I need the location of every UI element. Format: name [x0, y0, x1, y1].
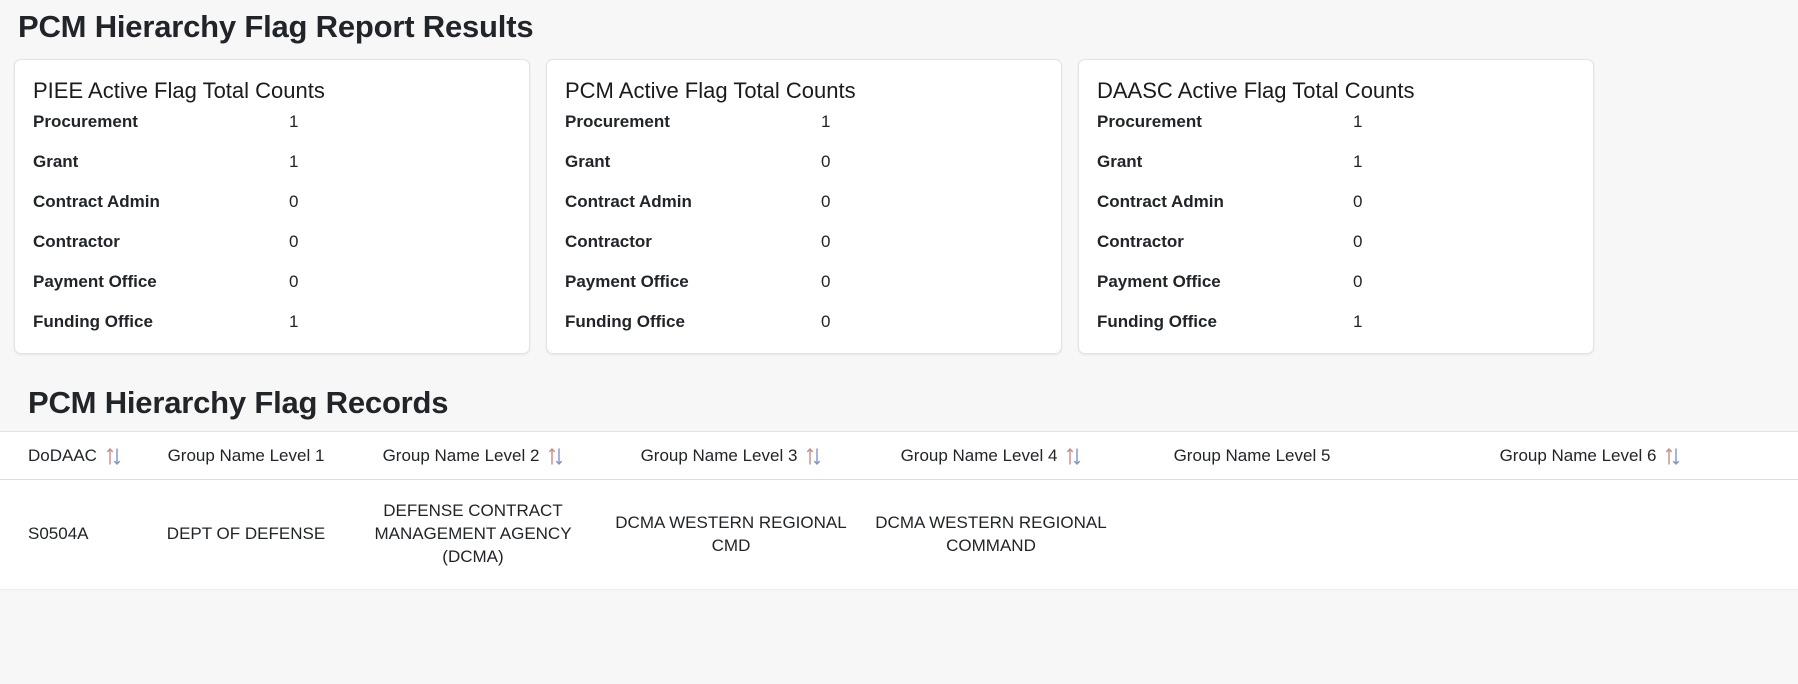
column-header-label: Group Name Level 4	[900, 446, 1058, 466]
column-header-label: Group Name Level 2	[382, 446, 540, 466]
column-header-group-name-level-1[interactable]: Group Name Level 1	[148, 432, 344, 481]
stat-value: 1	[1353, 151, 1363, 171]
page-title: PCM Hierarchy Flag Report Results	[18, 9, 534, 44]
stat-row: Grant 1	[1097, 152, 1575, 192]
stat-value: 0	[1353, 231, 1363, 251]
records-table-body: S0504A DEPT OF DEFENSE DEFENSE CONTRACT …	[0, 479, 1798, 591]
table-header-row: DoDAAC Group Name Level 1 Group Name Lev…	[0, 432, 1798, 481]
column-header-group-name-level-4[interactable]: Group Name Level 4	[860, 432, 1122, 481]
stat-row: Procurement 1	[565, 112, 1043, 152]
stat-row: Contract Admin 0	[33, 192, 511, 232]
stat-value: 1	[289, 311, 299, 331]
stat-value: 1	[1353, 311, 1363, 331]
stat-row: Funding Office 1	[33, 312, 511, 352]
stat-row: Funding Office 1	[1097, 312, 1575, 352]
stat-row: Contractor 0	[565, 232, 1043, 272]
stat-row: Payment Office 0	[33, 272, 511, 312]
stat-label: Payment Office	[1097, 271, 1221, 291]
stat-row: Contract Admin 0	[565, 192, 1043, 232]
stat-label: Funding Office	[565, 311, 685, 331]
cell-group-name-level-1: DEPT OF DEFENSE	[148, 479, 344, 591]
sort-updown-icon[interactable]	[1665, 447, 1680, 466]
stat-label: Payment Office	[33, 271, 157, 291]
stat-label: Funding Office	[33, 311, 153, 331]
stat-value: 1	[821, 111, 831, 131]
stat-label: Payment Office	[565, 271, 689, 291]
column-header-label: Group Name Level 5	[1173, 446, 1331, 466]
stat-value: 1	[1353, 111, 1363, 131]
stat-label: Contract Admin	[565, 191, 692, 211]
stat-label: Procurement	[565, 111, 670, 131]
stat-value: 1	[289, 111, 299, 131]
cell-group-name-level-6	[1382, 479, 1798, 591]
column-header-group-name-level-3[interactable]: Group Name Level 3	[602, 432, 860, 481]
stat-label: Funding Office	[1097, 311, 1217, 331]
stat-value: 0	[289, 191, 299, 211]
column-header-label: Group Name Level 3	[640, 446, 798, 466]
column-header-dodaac[interactable]: DoDAAC	[0, 432, 148, 481]
stat-label: Contractor	[1097, 231, 1184, 251]
stat-row: Procurement 1	[33, 112, 511, 152]
stat-value: 0	[821, 311, 831, 331]
column-header-label: Group Name Level 6	[1499, 446, 1657, 466]
stat-value: 0	[1353, 271, 1363, 291]
stat-value: 0	[821, 231, 831, 251]
stat-value: 1	[289, 151, 299, 171]
records-table: DoDAAC Group Name Level 1 Group Name Lev…	[0, 432, 1798, 591]
stat-row: Procurement 1	[1097, 112, 1575, 152]
cell-dodaac: S0504A	[0, 479, 148, 591]
cell-group-name-level-2: DEFENSE CONTRACT MANAGEMENT AGENCY (DCMA…	[344, 479, 602, 591]
cell-group-name-level-3: DCMA WESTERN REGIONAL CMD	[602, 479, 860, 591]
stat-row: Payment Office 0	[1097, 272, 1575, 312]
stat-label: Contractor	[33, 231, 120, 251]
stat-label: Contractor	[565, 231, 652, 251]
column-header-group-name-level-6[interactable]: Group Name Level 6	[1382, 432, 1798, 481]
stat-row: Contractor 0	[33, 232, 511, 272]
records-table-head: DoDAAC Group Name Level 1 Group Name Lev…	[0, 432, 1798, 481]
stat-row: Funding Office 0	[565, 312, 1043, 352]
sort-updown-icon[interactable]	[106, 447, 121, 466]
summary-card-piee: PIEE Active Flag Total Counts Procuremen…	[14, 59, 530, 355]
stat-value: 0	[821, 151, 831, 171]
summary-card-title: DAASC Active Flag Total Counts	[1097, 78, 1415, 104]
table-row[interactable]: S0504A DEPT OF DEFENSE DEFENSE CONTRACT …	[0, 479, 1798, 591]
summary-card-title: PIEE Active Flag Total Counts	[33, 78, 325, 104]
sort-updown-icon[interactable]	[548, 447, 563, 466]
summary-card-daasc: DAASC Active Flag Total Counts Procureme…	[1078, 59, 1594, 355]
stat-label: Grant	[33, 151, 79, 171]
stat-label: Contract Admin	[33, 191, 160, 211]
column-header-label: DoDAAC	[28, 446, 97, 466]
summary-cards-row: PIEE Active Flag Total Counts Procuremen…	[0, 45, 1798, 355]
stat-row: Grant 0	[565, 152, 1043, 192]
records-title: PCM Hierarchy Flag Records	[28, 385, 449, 421]
stat-label: Grant	[565, 151, 611, 171]
summary-card-title: PCM Active Flag Total Counts	[565, 78, 856, 104]
stat-label: Grant	[1097, 151, 1143, 171]
records-table-container: DoDAAC Group Name Level 1 Group Name Lev…	[0, 431, 1798, 591]
stat-row: Contract Admin 0	[1097, 192, 1575, 232]
column-header-group-name-level-5[interactable]: Group Name Level 5	[1122, 432, 1382, 481]
stat-value: 0	[821, 271, 831, 291]
stat-row: Contractor 0	[1097, 232, 1575, 272]
column-header-label: Group Name Level 1	[167, 446, 325, 466]
column-header-group-name-level-2[interactable]: Group Name Level 2	[344, 432, 602, 481]
stat-value: 0	[289, 231, 299, 251]
stat-label: Contract Admin	[1097, 191, 1224, 211]
cell-group-name-level-5	[1122, 479, 1382, 591]
cell-group-name-level-4: DCMA WESTERN REGIONAL COMMAND	[860, 479, 1122, 591]
stat-row: Payment Office 0	[565, 272, 1043, 312]
stat-value: 0	[1353, 191, 1363, 211]
stat-row: Grant 1	[33, 152, 511, 192]
stat-label: Procurement	[1097, 111, 1202, 131]
summary-card-pcm: PCM Active Flag Total Counts Procurement…	[546, 59, 1062, 355]
stat-value: 0	[289, 271, 299, 291]
records-section: PCM Hierarchy Flag Records DoDAAC Group …	[0, 354, 1798, 591]
sort-updown-icon[interactable]	[806, 447, 821, 466]
stat-label: Procurement	[33, 111, 138, 131]
stat-value: 0	[821, 191, 831, 211]
sort-updown-icon[interactable]	[1066, 447, 1081, 466]
